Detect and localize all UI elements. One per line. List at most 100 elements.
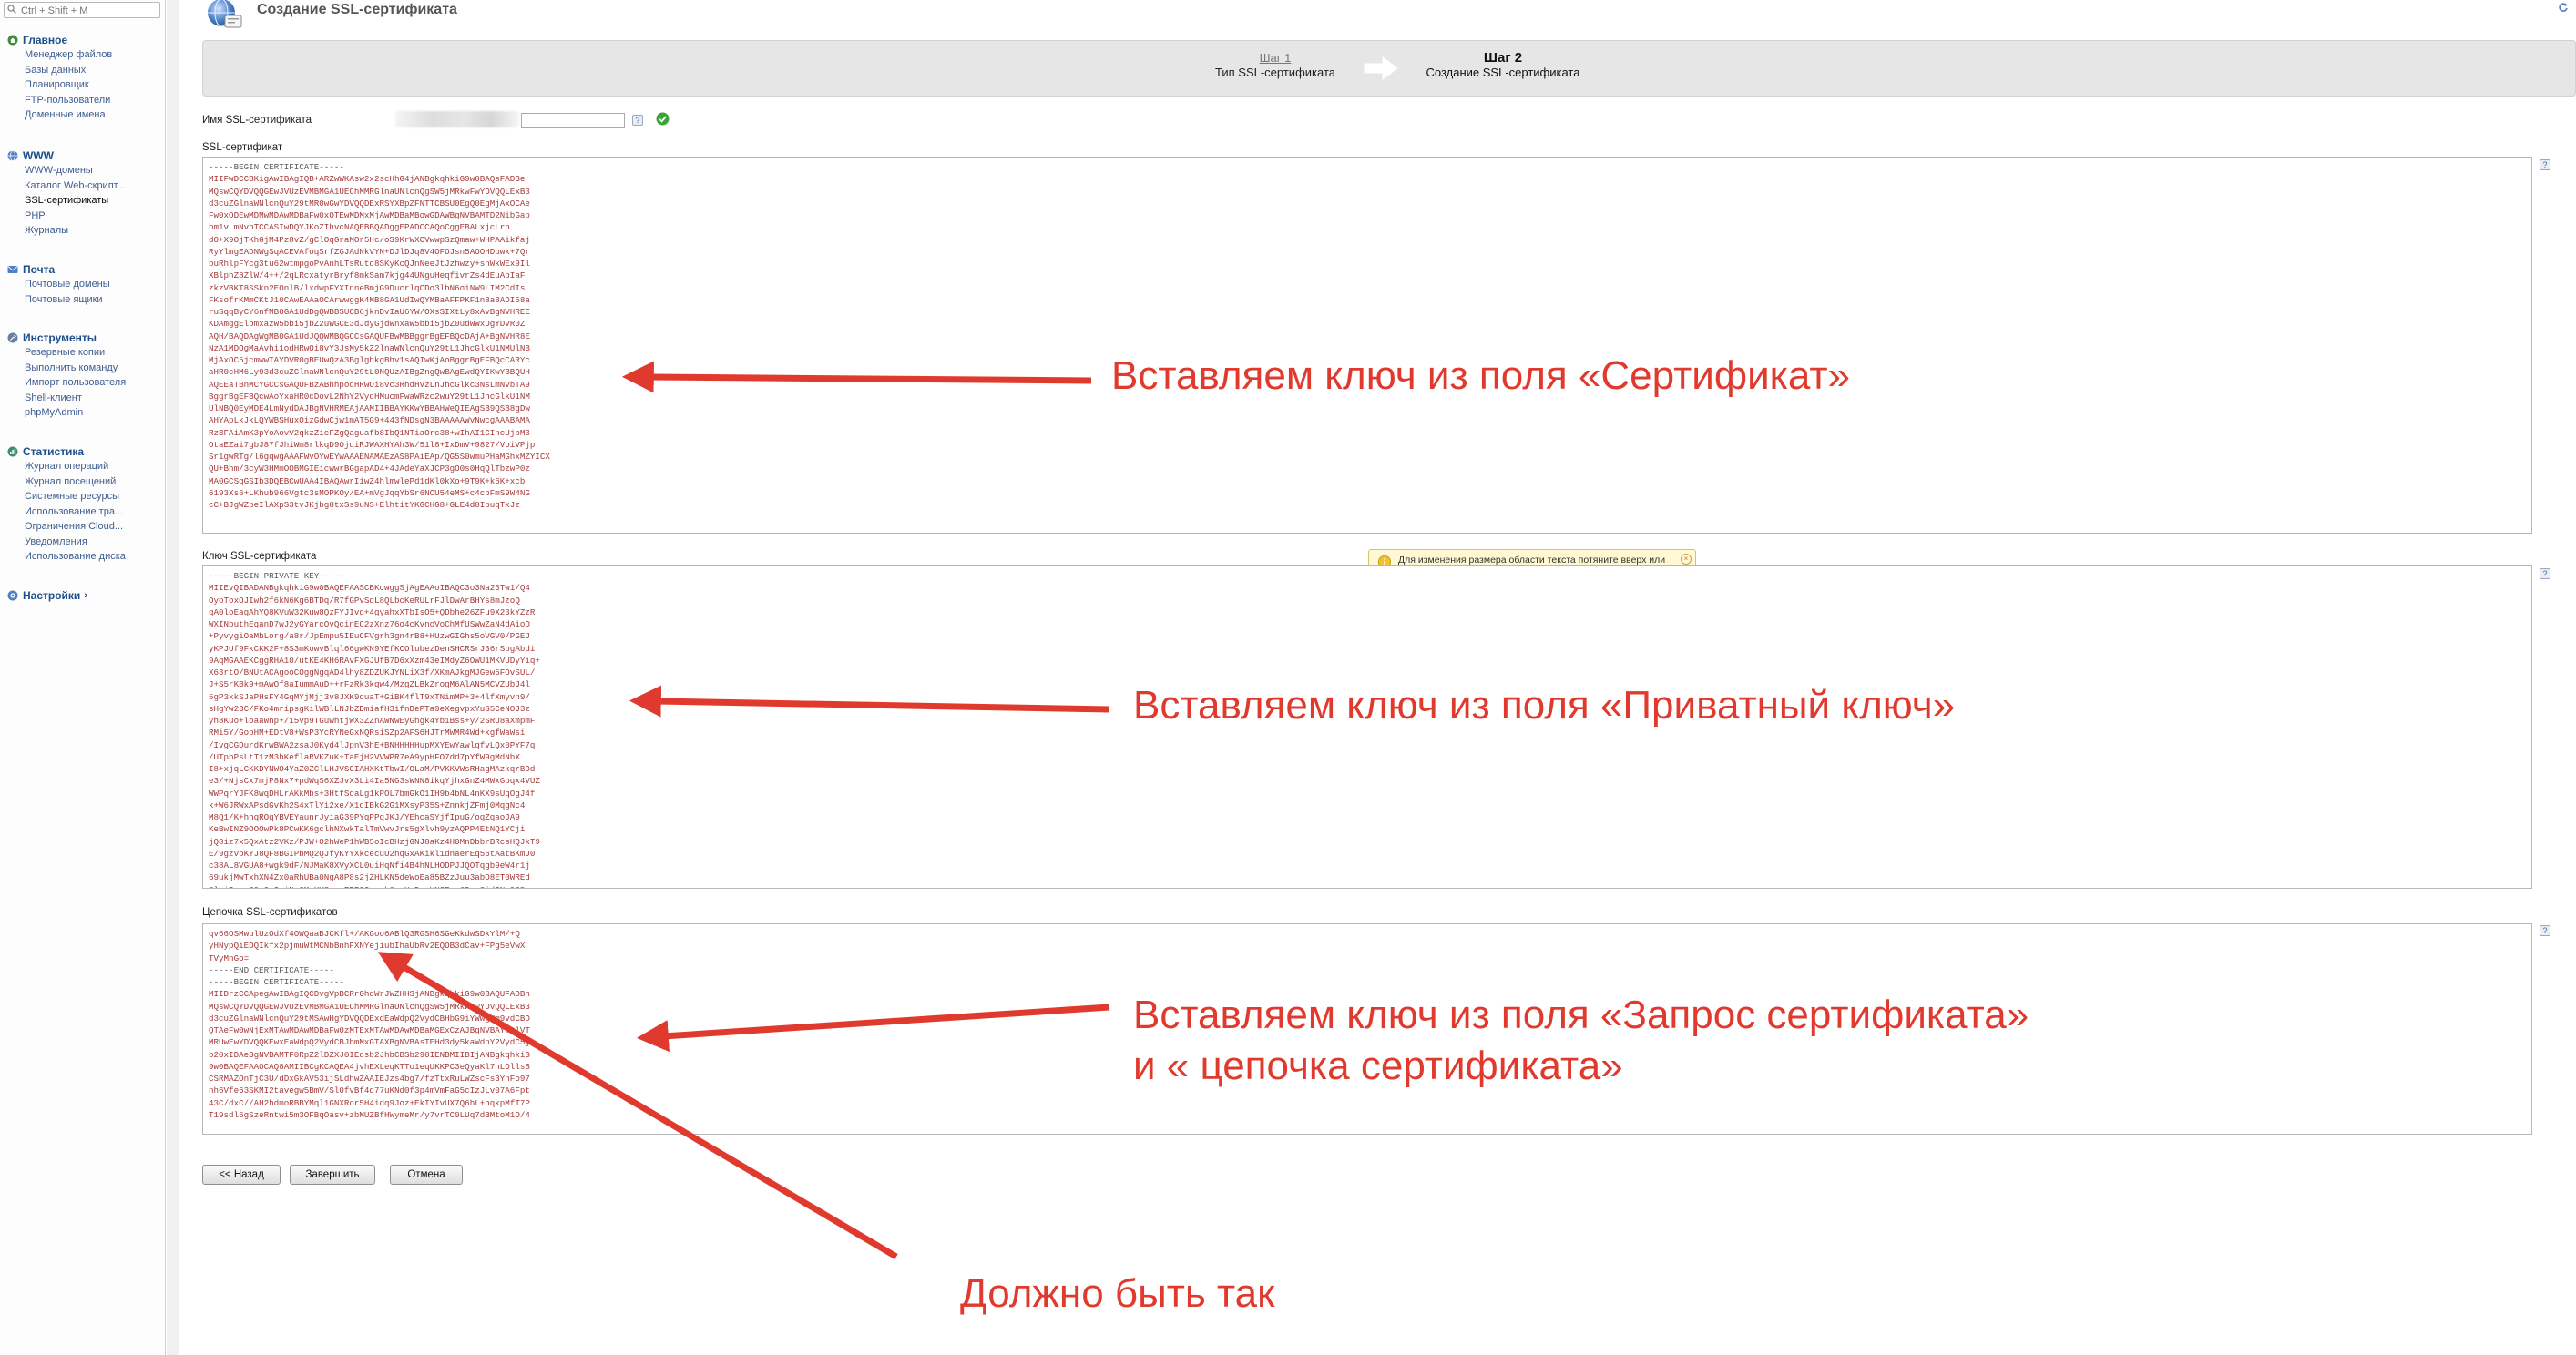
code-line: 5gP3xkSJaPHsFY4GqMYjMjj3v8JXK9quaT+GiBK4… xyxy=(209,691,530,702)
sidebar-item-mailboxes[interactable]: Почтовые ящики xyxy=(7,292,164,308)
help-icon[interactable]: ? xyxy=(632,115,643,126)
sidebar-item-system-resources[interactable]: Системные ресурсы xyxy=(7,489,164,504)
nav-group-tools: Инструменты Резервные копии Выполнить ко… xyxy=(7,331,164,421)
sidebar-item-ftp-users[interactable]: FTP-пользователи xyxy=(7,93,164,108)
sidebar-item-import-user[interactable]: Импорт пользователя xyxy=(7,375,164,391)
finish-button[interactable]: Завершить xyxy=(290,1165,375,1185)
sidebar-item-backups[interactable]: Резервные копии xyxy=(7,345,164,361)
code-line: Sr1gwRTg/l6gqwgAAAFWvOYwEYwAAAENAMAEzAS8… xyxy=(209,452,550,462)
wizard-step-1[interactable]: Шаг 1 Тип SSL-сертификата xyxy=(1202,51,1348,80)
stats-icon xyxy=(7,446,18,457)
nav-group-mail: Почта Почтовые домены Почтовые ящики xyxy=(7,262,164,307)
search-icon xyxy=(7,5,16,14)
code-line: NzA1MDOgMaAvhi1odHRwOi8vY3JsMy5kZ2lnaWNl… xyxy=(209,342,530,353)
code-line: gA0loEagAhYQ8KVuW32Kuw8QzFYJIvg+4gyahxXT… xyxy=(209,606,536,617)
code-line: I8+xjqLCKKDYNWO4YaZ0ZClLHJVSCIAHXKtTbwI/… xyxy=(209,764,536,774)
sidebar-item-run-command[interactable]: Выполнить команду xyxy=(7,361,164,376)
code-line: MQswCQYDVQQGEwJVUzEVMBMGA1UEChMMRGlnaUNl… xyxy=(209,186,530,197)
sidebar-item-file-manager[interactable]: Менеджер файлов xyxy=(7,47,164,63)
code-line: sHgYw23C/FKo4mripsgKilWBlLNJbZDmiafH3ifn… xyxy=(209,703,530,714)
code-line: WXINbuthEqanD7wJ2yGYarcOvQcinEC2zXnz76o4… xyxy=(209,619,530,629)
nav-head-label: Статистика xyxy=(23,445,85,458)
back-button[interactable]: << Назад xyxy=(202,1165,281,1185)
code-line: nh6Vfe63SKMI2tavegw5BmV/Sl0fvBf4q77uKNd0… xyxy=(209,1085,530,1096)
nav-head-stats[interactable]: Статистика xyxy=(7,444,164,459)
sidebar-item-domain-names[interactable]: Доменные имена xyxy=(7,107,164,123)
sidebar-item-cloud-limits[interactable]: Ограничения Cloud... xyxy=(7,519,164,535)
sidebar-item-traffic-usage[interactable]: Использование тра... xyxy=(7,504,164,520)
code-line: /IvgCGDurdKrwBWA2zsaJ0Kyd4lJpnV3hE+BNHHH… xyxy=(209,739,536,750)
help-icon[interactable]: ? xyxy=(2540,568,2550,579)
help-icon[interactable]: ? xyxy=(2540,159,2550,170)
ssl-chain-label: Цепочка SSL-сертификатов xyxy=(202,907,338,918)
nav-head-www[interactable]: WWW xyxy=(7,148,164,163)
code-line: -----END CERTIFICATE----- xyxy=(209,964,334,975)
code-line: /UTpbPsLtT1zM3hKeflaRVKZuK+TaEjH2VVWPR7e… xyxy=(209,751,520,762)
code-line: RzBFAiAmK3pYoAovV2qkzZicFZgQaguafb8IbQ1N… xyxy=(209,427,530,438)
certificate-name-input[interactable] xyxy=(521,113,625,128)
menu-search-input[interactable] xyxy=(4,2,160,18)
code-line: TVyMnGo= xyxy=(209,953,250,963)
ssl-certificate-textarea[interactable]: -----BEGIN CERTIFICATE----- MIIFwDCCBKigA… xyxy=(202,157,2532,534)
sidebar-item-www-domains[interactable]: WWW-домены xyxy=(7,163,164,178)
sidebar-item-ssl-certificates[interactable]: SSL-сертификаты xyxy=(7,193,164,209)
wizard-step-1-label: Тип SSL-сертификата xyxy=(1215,66,1335,79)
help-icon[interactable]: ? xyxy=(2540,925,2550,936)
sidebar-item-web-scripts[interactable]: Каталог Web-скрипт... xyxy=(7,178,164,194)
sidebar-item-databases[interactable]: Базы данных xyxy=(7,63,164,78)
code-line: UlNBQ0EyMDE4LmNydDAJBgNVHRMEAjAAMIIBBAYK… xyxy=(209,403,530,413)
code-line: M8Q1/K+hhqROqYBVEYaunrJyiaG39PYqPPqJKJ/Y… xyxy=(209,812,520,822)
code-line: XBlphZ8ZlW/4++/2qLRcxatyrBryf8mkSam7kjg4… xyxy=(209,270,526,281)
code-line: ruSqqByCY6nfMB0GA1UdDgQWBBSUCB6jknDvIaU6… xyxy=(209,307,530,317)
sidebar-item-php[interactable]: PHP xyxy=(7,209,164,224)
code-line: AQH/BAQDAgWgMB0GA1UdJQQWMBQGCCsGAQUFBwMB… xyxy=(209,331,530,341)
sidebar-item-scheduler[interactable]: Планировщик xyxy=(7,77,164,93)
wizard-step-1-number[interactable]: Шаг 1 xyxy=(1202,51,1348,66)
code-line: BggrBgEFBQcwAoYxaHR0cDovL2NhY2VydHMucmFw… xyxy=(209,391,530,402)
code-line: CSRMAZOnTjC3U/dDxGkAV53ijSLdhwZAAIEJzs4b… xyxy=(209,1074,530,1084)
ssl-key-label: Ключ SSL-сертификата xyxy=(202,551,317,562)
home-icon xyxy=(7,35,18,46)
sidebar-item-visits-log[interactable]: Журнал посещений xyxy=(7,474,164,490)
nav-group-www: WWW WWW-домены Каталог Web-скрипт... SSL… xyxy=(7,148,164,239)
code-line: zkzVBKT8SSkn2EOnlB/lxdwpFYXInneBmjG9Ducr… xyxy=(209,282,526,293)
sidebar-item-disk-usage[interactable]: Использование диска xyxy=(7,549,164,565)
code-line: MIIFwDCCBKigAwIBAgIQB+ARZwWKAsw2x2scHhG4… xyxy=(209,174,526,185)
code-line: aHR0cHM6Ly93d3cuZGlnaWNlcnQuY29tL0NQUzAI… xyxy=(209,367,530,378)
code-line: dO+X9OjTKhGjM4Pz8vZ/gClOqGraMOr5Hc/oS9Kr… xyxy=(209,234,530,245)
sidebar-item-logs[interactable]: Журналы xyxy=(7,223,164,239)
nav-head-mail[interactable]: Почта xyxy=(7,262,164,277)
sidebar-item-operations-log[interactable]: Журнал операций xyxy=(7,459,164,474)
code-line: d3cuZGlnaWNlcnQuY29tMR0wGwYDVQQDExRSYXBp… xyxy=(209,198,530,209)
code-line: d3cuZGlnaWNlcnQuY29tMSAwHgYDVQQDExdEaWdp… xyxy=(209,1013,530,1024)
code-line: J+S5rKBk9+mAwOf8aIummAuD++rFzRk3kqw4/Mzg… xyxy=(209,679,530,690)
wizard-step-2-number: Шаг 2 xyxy=(1483,50,1523,66)
close-icon[interactable]: × xyxy=(1681,554,1692,565)
sidebar-item-mail-domains[interactable]: Почтовые домены xyxy=(7,277,164,292)
code-line: yKPJUf9FkCKK2F+8S3mKowvBlql66gwKN9YEfKCO… xyxy=(209,643,536,654)
sidebar-item-phpmyadmin[interactable]: phpMyAdmin xyxy=(7,405,164,421)
annotation-should-be: Должно быть так xyxy=(960,1271,1275,1316)
code-line: AQEEaTBnMCYGCCsGAQUFBzABhhpodHRwOi8vc3Rh… xyxy=(209,379,530,390)
nav-head-tools[interactable]: Инструменты xyxy=(7,331,164,345)
cancel-button[interactable]: Отмена xyxy=(390,1165,463,1185)
sidebar-item-notifications[interactable]: Уведомления xyxy=(7,535,164,550)
code-line: 9w0BAQEFAAOCAQ8AMIIBCgKCAQEA4jvhEXLeqKTT… xyxy=(209,1061,530,1072)
nav-head-main[interactable]: Главное xyxy=(7,33,164,47)
refresh-icon[interactable] xyxy=(2558,2,2569,13)
globe-icon xyxy=(7,150,18,161)
nav-head-label: WWW xyxy=(23,149,54,162)
sidebar-splitter[interactable] xyxy=(167,0,179,1355)
chain-text: qv66OSMwulUzOdXf4OWQaaBJCKfl+/AKGoo6ABlQ… xyxy=(209,928,832,1121)
code-line: OyoToxOJIwh2f6kN6Kg6BTDq/R7fGPvSqL8QLbcK… xyxy=(209,595,520,606)
code-line: 9AqMGAAEKCggRHA10/utKE4KH6RAvFXGJUfB7D6x… xyxy=(209,655,540,666)
code-line: 6193Xs6+LKhub966Vgtc3sMOPKOy/EA+mVgJqqYb… xyxy=(209,487,530,498)
sidebar-item-shell-client[interactable]: Shell-клиент xyxy=(7,391,164,406)
code-line: RMi5Y/GobHM+EDtV8+WsP3YcRYNeGxNQRsiSZp2A… xyxy=(209,728,526,739)
chevron-right-icon: › xyxy=(84,590,87,601)
code-line: MjAxOC5jcmwwTAYDVR0gBEUwQzA3BglghkgBhv1s… xyxy=(209,355,530,365)
code-line: MIIEvQIBADANBgkqhkiG9w0BAQEFAASCBKcwggSj… xyxy=(209,583,530,594)
code-line: yh8Kuo+loaaWnp+/15vp9TGuwhtjWX3ZZnAWNwEy… xyxy=(209,716,536,726)
code-line: -----BEGIN CERTIFICATE----- xyxy=(209,162,344,172)
nav-head-settings[interactable]: Настройки › xyxy=(7,588,164,603)
